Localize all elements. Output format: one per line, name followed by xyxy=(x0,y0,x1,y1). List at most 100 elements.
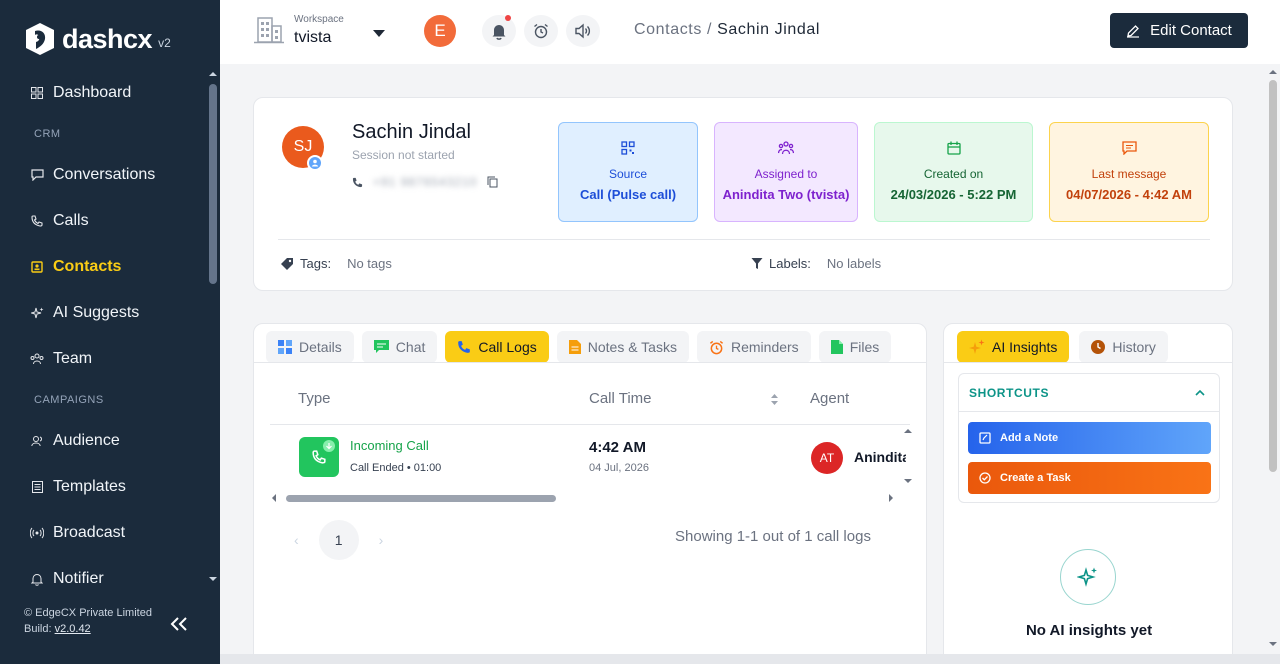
sidebar-item-ai-suggests[interactable]: AI Suggests xyxy=(0,290,206,336)
calendar-icon xyxy=(875,141,1032,161)
shortcuts-box: SHORTCUTS Add a Note Create a Task xyxy=(958,373,1220,503)
breadcrumb-contacts-link[interactable]: Contacts xyxy=(634,21,702,38)
edit-contact-button[interactable]: Edit Contact xyxy=(1110,13,1248,48)
call-logs-panel: Details Chat Call Logs Notes & Tasks Rem… xyxy=(253,323,927,664)
scroll-up-icon xyxy=(1269,70,1277,74)
table-vertical-scrollbar[interactable] xyxy=(903,427,915,487)
sort-icon[interactable] xyxy=(770,393,779,411)
ai-panel: AI Insights History SHORTCUTS Add a Note… xyxy=(943,323,1233,664)
shortcuts-title: SHORTCUTS xyxy=(969,386,1050,400)
page-scroll-thumb[interactable] xyxy=(1269,80,1277,472)
audience-icon xyxy=(30,434,44,448)
tab-details[interactable]: Details xyxy=(266,331,354,363)
last-message-box: Last message 04/07/2026 - 4:42 AM xyxy=(1049,122,1209,222)
call-type[interactable]: Incoming Call xyxy=(350,438,429,453)
broadcast-icon xyxy=(30,526,44,540)
contact-tabs: Details Chat Call Logs Notes & Tasks Rem… xyxy=(266,331,892,363)
alarm-button[interactable] xyxy=(524,15,558,47)
card-divider xyxy=(278,239,1210,240)
build-version-link[interactable]: v2.0.42 xyxy=(55,623,91,635)
sidebar-item-label: Team xyxy=(53,350,93,367)
clock-icon xyxy=(1091,340,1106,354)
logo[interactable]: dashcx v2 xyxy=(24,22,171,56)
tab-files[interactable]: Files xyxy=(818,331,892,363)
chevron-down-icon[interactable] xyxy=(373,30,385,37)
workspace-selector[interactable]: tvista xyxy=(294,29,331,47)
contact-name: Sachin Jindal xyxy=(352,121,471,143)
sidebar-scroll-thumb[interactable] xyxy=(209,84,217,284)
phone-icon xyxy=(30,214,44,228)
labels-label: Labels: xyxy=(769,256,811,271)
prev-page-button[interactable]: ‹ xyxy=(294,532,299,548)
tab-label: Call Logs xyxy=(478,339,537,355)
sound-button[interactable] xyxy=(566,15,600,47)
copy-icon[interactable] xyxy=(487,176,498,188)
ai-tabs: AI Insights History xyxy=(957,331,1168,363)
source-box: Source Call (Pulse call) xyxy=(558,122,698,222)
call-date: 04 Jul, 2026 xyxy=(589,462,649,474)
collapse-sidebar-icon[interactable] xyxy=(170,610,188,638)
sidebar-item-broadcast[interactable]: Broadcast xyxy=(0,510,206,556)
column-header-type: Type xyxy=(298,390,331,407)
sidebar-item-label: Notifier xyxy=(53,570,104,587)
user-avatar[interactable]: E xyxy=(424,15,456,47)
scroll-down-icon xyxy=(1269,642,1277,646)
page-number-button[interactable]: 1 xyxy=(318,520,359,560)
tab-notes-tasks[interactable]: Notes & Tasks xyxy=(556,331,689,363)
notifications-button[interactable] xyxy=(482,15,516,47)
tab-reminders[interactable]: Reminders xyxy=(696,331,811,363)
build-label: Build: xyxy=(24,623,52,635)
assigned-value: Anindita Two (tvista) xyxy=(722,187,850,202)
phone-number: +91 9876543210 xyxy=(373,175,478,189)
agent-avatar: AT xyxy=(811,442,843,474)
tab-label: Reminders xyxy=(730,339,799,355)
tab-chat[interactable]: Chat xyxy=(361,331,438,363)
tab-history[interactable]: History xyxy=(1079,331,1168,363)
scroll-down-icon xyxy=(904,479,912,483)
sidebar-item-team[interactable]: Team xyxy=(0,336,206,382)
sparkle-icon xyxy=(30,306,44,320)
sidebar-item-dashboard[interactable]: Dashboard xyxy=(0,70,206,116)
file-icon xyxy=(830,340,843,354)
filter-icon xyxy=(751,258,763,269)
shortcuts-divider xyxy=(959,411,1219,412)
sidebar-item-conversations[interactable]: Conversations xyxy=(0,152,206,198)
pagination: ‹ 1 › xyxy=(294,520,383,560)
sidebar-footer: © EdgeCX Private Limited Build: v2.0.42 xyxy=(24,605,152,637)
created-value: 24/03/2026 - 5:22 PM xyxy=(890,187,1017,202)
nav-section-crm: CRM xyxy=(34,128,61,140)
page-scrollbar[interactable] xyxy=(1266,64,1280,664)
sidebar-item-templates[interactable]: Templates xyxy=(0,464,206,510)
tags-label: Tags: xyxy=(300,256,332,271)
tab-call-logs[interactable]: Call Logs xyxy=(445,331,549,363)
labels-value: No labels xyxy=(826,256,882,271)
chevron-up-icon[interactable] xyxy=(1195,384,1205,402)
message-icon xyxy=(1050,141,1208,161)
company-text: © EdgeCX Private Limited xyxy=(24,607,152,619)
horizontal-scroll-thumb[interactable] xyxy=(286,495,556,502)
notification-dot xyxy=(505,15,511,21)
tags-value: No tags xyxy=(347,256,392,271)
sidebar-item-notifier[interactable]: Notifier xyxy=(0,556,206,602)
contact-phone: +91 9876543210 xyxy=(352,175,498,189)
add-note-button[interactable]: Add a Note xyxy=(968,422,1211,454)
sidebar-item-contacts[interactable]: Contacts xyxy=(0,244,206,290)
column-header-agent: Agent xyxy=(810,390,850,407)
sidebar-item-calls[interactable]: Calls xyxy=(0,198,206,244)
tab-ai-insights[interactable]: AI Insights xyxy=(957,331,1070,363)
sidebar-item-audience[interactable]: Audience xyxy=(0,418,206,464)
phone-icon xyxy=(352,177,363,187)
next-page-button[interactable]: › xyxy=(379,532,384,548)
tab-label: Details xyxy=(299,339,342,355)
brand-version: v2 xyxy=(158,36,171,50)
sidebar-scrollbar[interactable] xyxy=(207,70,217,585)
tab-label: Chat xyxy=(395,339,426,355)
table-horizontal-scrollbar[interactable] xyxy=(270,492,896,504)
topbar: Workspace tvista E Contacts / Sachin Jin… xyxy=(220,0,1280,64)
column-header-call-time[interactable]: Call Time xyxy=(589,390,652,407)
showing-count: Showing 1-1 out of 1 call logs xyxy=(675,528,871,545)
bottom-strip xyxy=(220,654,1280,664)
source-label: Source xyxy=(608,167,648,181)
sidebar: dashcx v2 Dashboard CRM Conversations Ca… xyxy=(0,0,220,664)
create-task-button[interactable]: Create a Task xyxy=(968,462,1211,494)
